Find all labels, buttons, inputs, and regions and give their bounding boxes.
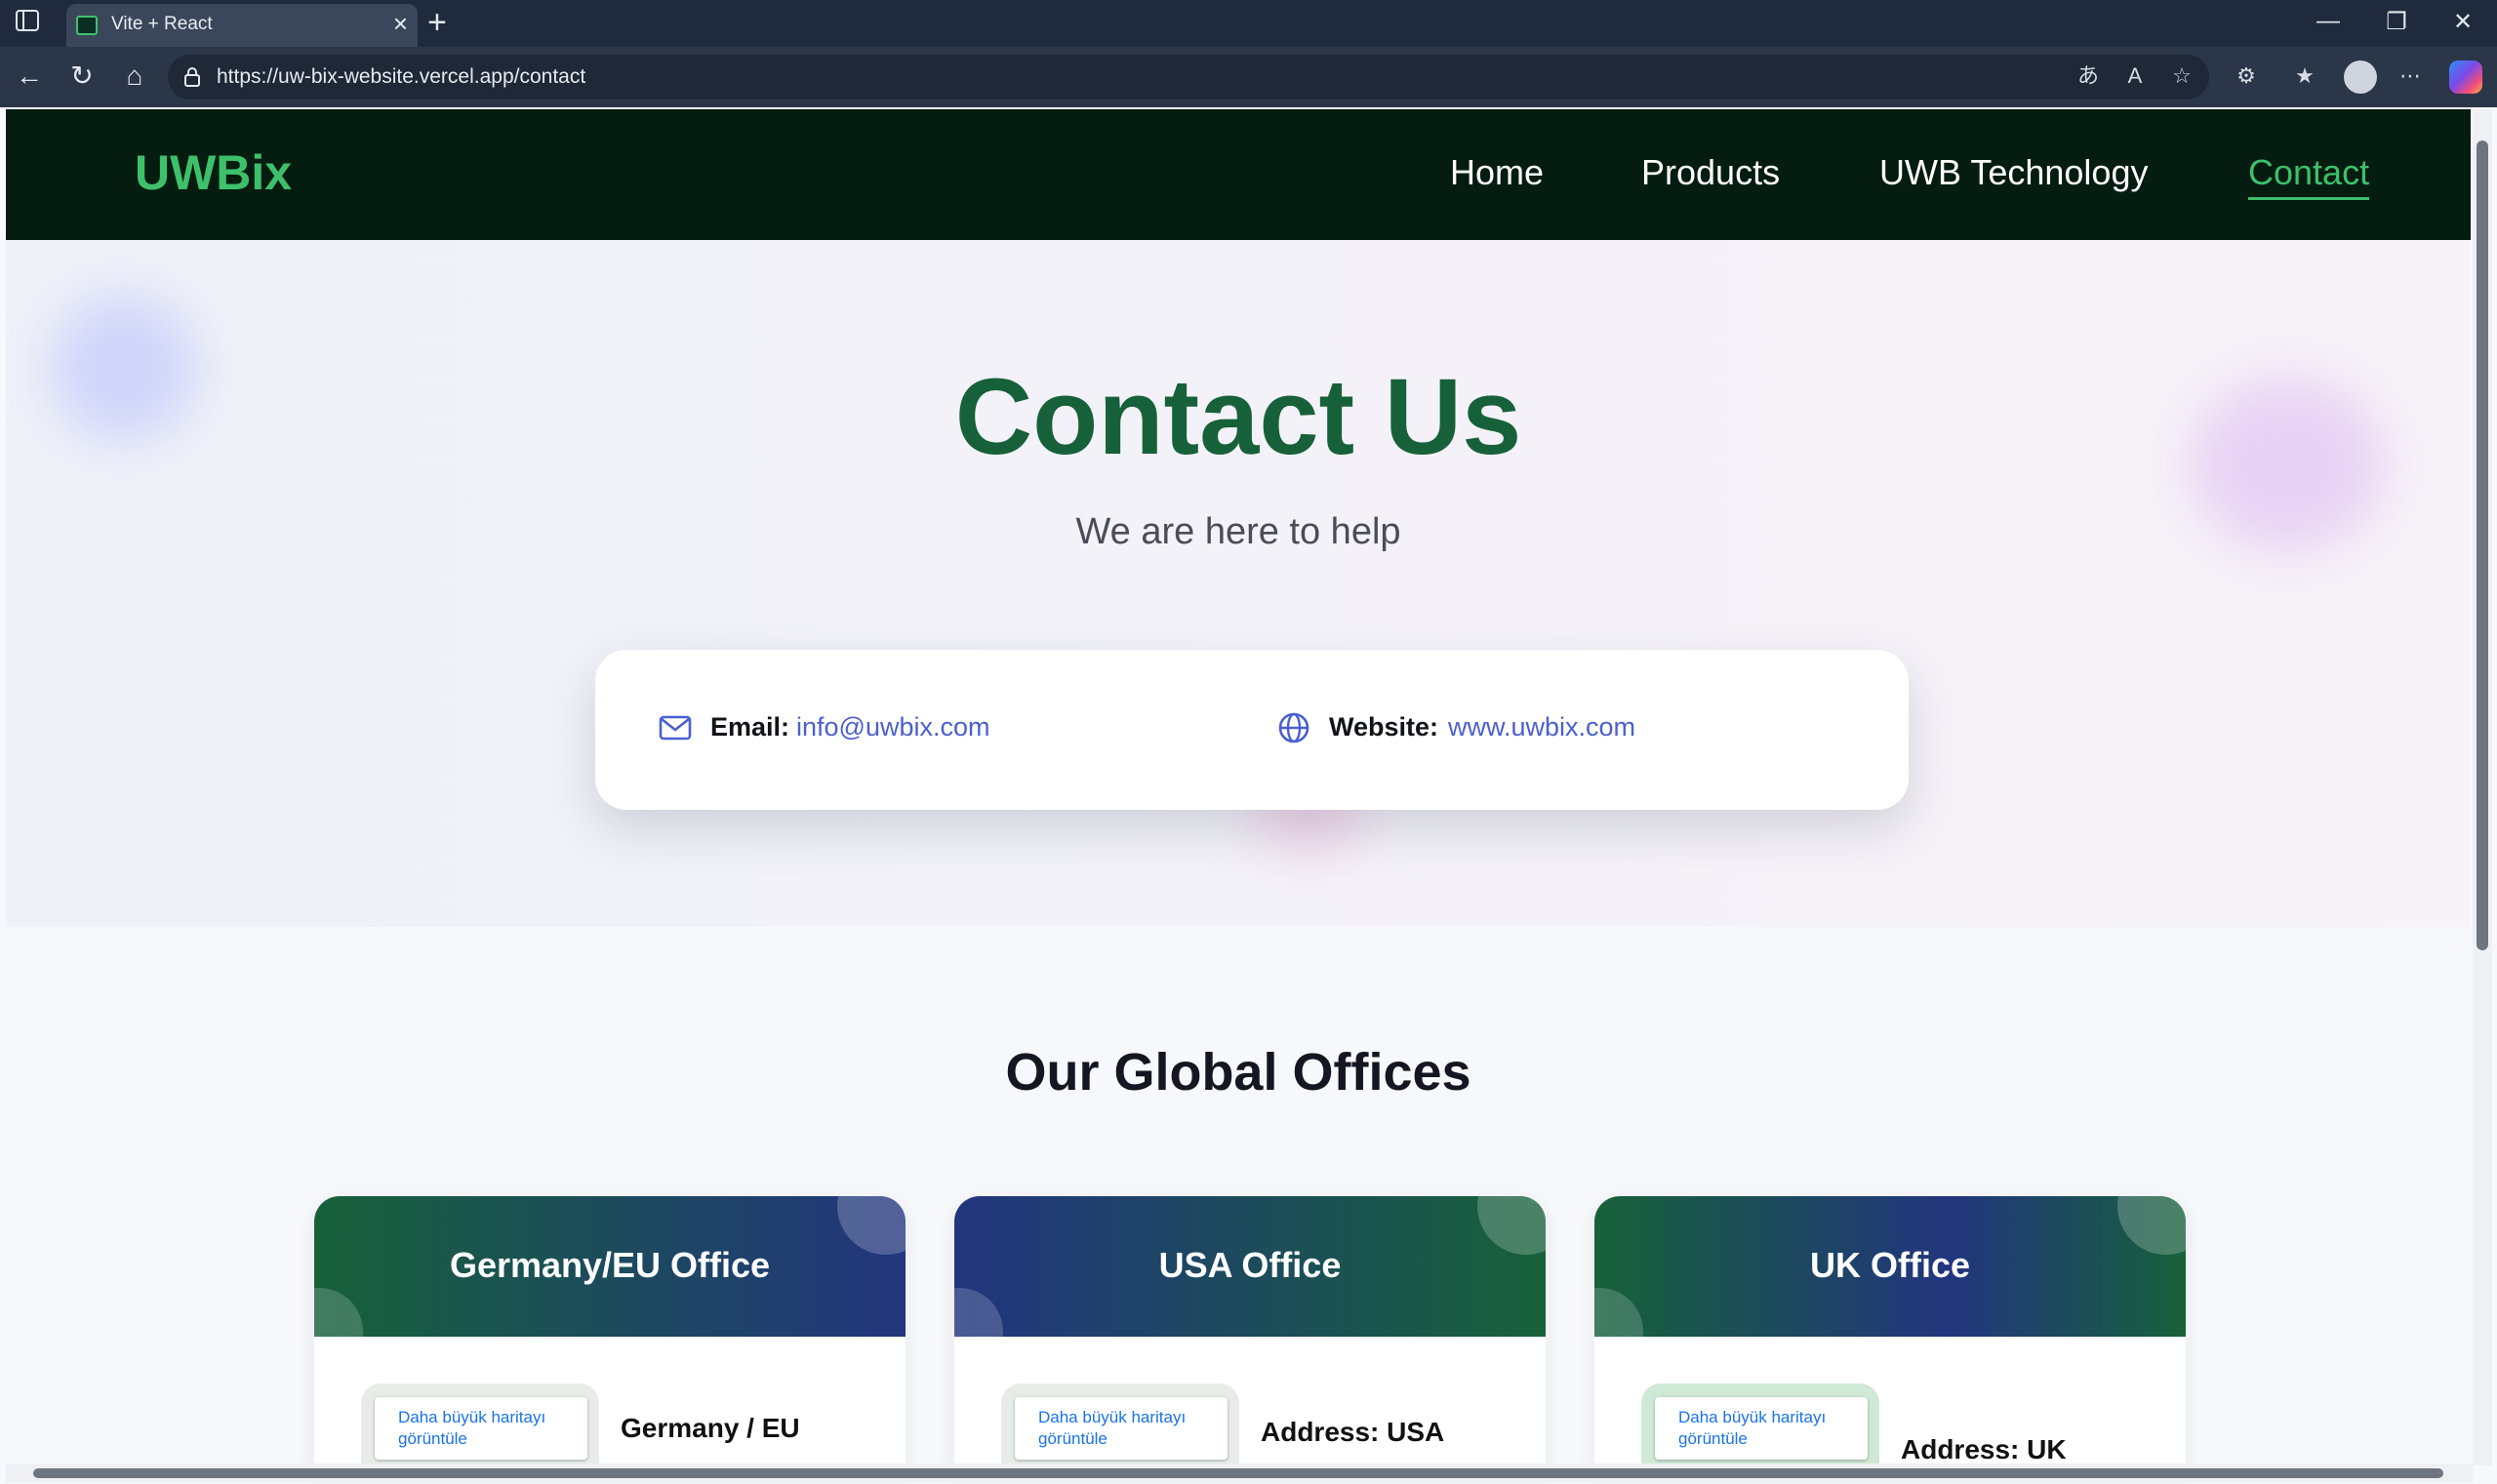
- office-address: Germany / EU: [621, 1413, 800, 1443]
- extensions-icon[interactable]: ⚙: [2231, 62, 2262, 90]
- address-toolbar: ← ↻ ⌂ https://uw-bix-website.vercel.app/…: [0, 47, 2497, 107]
- tab-close-icon[interactable]: ×: [393, 10, 408, 37]
- profile-avatar[interactable]: [2344, 60, 2377, 94]
- office-map[interactable]: Daha büyük haritayı görüntüle: [1001, 1384, 1239, 1469]
- office-title: UK Office: [1809, 1245, 1971, 1285]
- favorites-icon[interactable]: ★: [2289, 62, 2320, 90]
- globe-icon: [1278, 712, 1309, 743]
- office-address: Address: USA: [1261, 1417, 1445, 1447]
- tab-actions-icon[interactable]: [16, 10, 39, 31]
- office-title: Germany/EU Office: [449, 1245, 771, 1285]
- email-link[interactable]: info@uwbix.com: [796, 712, 989, 742]
- page-title: Contact Us: [954, 357, 1522, 477]
- contact-hero: Contact Us We are here to help Email: in…: [6, 240, 2471, 927]
- browser-tab[interactable]: Vite + React ×: [66, 4, 418, 47]
- contact-info-card: Email: info@uwbix.com Website: www.uwbix…: [595, 650, 1909, 810]
- translate-icon[interactable]: あ: [2073, 62, 2104, 90]
- home-icon[interactable]: ⌂: [117, 59, 152, 94]
- office-card-germany: Germany/EU Office Daha büyük haritayı gö…: [314, 1196, 906, 1469]
- close-window-button[interactable]: ✕: [2443, 8, 2482, 36]
- read-aloud-icon[interactable]: A: [2119, 62, 2151, 90]
- url-text[interactable]: https://uw-bix-website.vercel.app/contac…: [217, 65, 585, 89]
- email-label: Email:: [710, 712, 790, 742]
- tab-title: Vite + React: [111, 14, 213, 34]
- office-card-uk: UK Office Daha büyük haritayı görüntüle …: [1594, 1196, 2186, 1469]
- favorite-star-icon[interactable]: ☆: [2166, 62, 2197, 90]
- site-navbar: UWBix Home Products UWB Technology Conta…: [6, 109, 2471, 240]
- office-card-header: UK Office: [1594, 1196, 2186, 1337]
- nav-link-contact[interactable]: Contact: [2248, 152, 2370, 200]
- office-card-header: USA Office: [954, 1196, 1546, 1337]
- back-arrow-icon[interactable]: ←: [12, 59, 47, 94]
- site-info-lock-icon[interactable]: [183, 66, 201, 88]
- copilot-icon[interactable]: [2449, 60, 2482, 94]
- office-title: USA Office: [1158, 1245, 1342, 1285]
- horizontal-scroll-thumb[interactable]: [33, 1468, 2443, 1478]
- view-larger-map-link[interactable]: Daha büyük haritayı görüntüle: [1015, 1397, 1228, 1460]
- nav-link-products[interactable]: Products: [1641, 152, 1780, 193]
- office-card-usa: USA Office Daha büyük haritayı görüntüle…: [954, 1196, 1546, 1469]
- page-subtitle: We are here to help: [1075, 511, 1401, 552]
- website-label: Website:: [1329, 712, 1439, 742]
- tab-favicon-icon: [76, 16, 98, 35]
- site-logo[interactable]: UWBix: [135, 144, 292, 201]
- decor-circle: [954, 1288, 1003, 1337]
- global-offices-section: Our Global Offices Germany/EU Office Dah…: [6, 927, 2471, 1469]
- nav-link-uwb-technology[interactable]: UWB Technology: [1879, 152, 2148, 193]
- nav-link-home[interactable]: Home: [1450, 152, 1544, 193]
- new-tab-button[interactable]: +: [427, 4, 447, 41]
- view-larger-map-link[interactable]: Daha büyük haritayı görüntüle: [1655, 1397, 1868, 1460]
- website-link[interactable]: www.uwbix.com: [1448, 712, 1635, 742]
- office-map[interactable]: Daha büyük haritayı görüntüle: [1641, 1384, 1879, 1469]
- decor-circle: [314, 1288, 363, 1337]
- office-map[interactable]: Daha büyük haritayı görüntüle: [361, 1384, 599, 1469]
- refresh-icon[interactable]: ↻: [64, 59, 100, 94]
- more-menu-icon[interactable]: ⋯: [2395, 62, 2426, 90]
- vertical-scroll-thumb[interactable]: [2477, 140, 2488, 950]
- decor-circle: [1594, 1288, 1643, 1337]
- browser-tab-bar: Vite + React × + — ❐ ✕: [0, 0, 2497, 47]
- mail-icon: [659, 715, 692, 741]
- minimize-button[interactable]: —: [2309, 8, 2348, 35]
- view-larger-map-link[interactable]: Daha büyük haritayı görüntüle: [375, 1397, 587, 1460]
- office-address: Address: UK: [1901, 1434, 2067, 1464]
- office-card-header: Germany/EU Office: [314, 1196, 906, 1337]
- restore-button[interactable]: ❐: [2377, 8, 2416, 36]
- section-title: Our Global Offices: [1005, 1043, 1471, 1102]
